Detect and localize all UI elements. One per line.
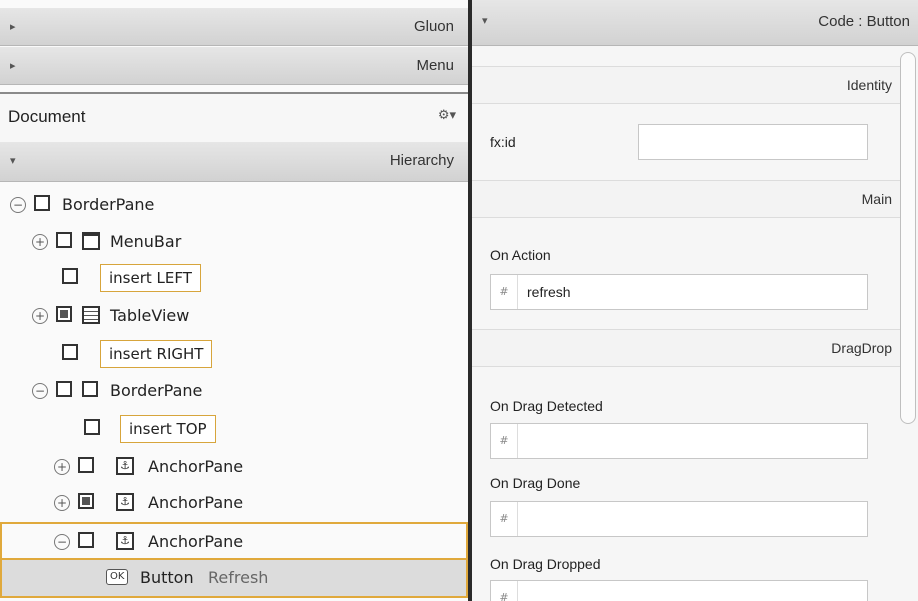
top-region-icon (84, 419, 100, 435)
on-drag-dropped-label: On Drag Dropped (490, 556, 601, 572)
right-region-icon (78, 532, 94, 548)
expand-arrow-icon: ▸ (10, 20, 16, 33)
on-action-label: On Action (490, 247, 551, 263)
on-drag-dropped-input[interactable]: # (490, 580, 868, 601)
anchor-pane-icon: ⚓ (116, 493, 134, 511)
on-drag-done-input[interactable]: # (490, 501, 868, 537)
tree-row-insert-left[interactable]: insert LEFT (0, 260, 468, 296)
bottom-region-icon (56, 381, 72, 397)
tree-row-anchorpane-1[interactable]: + ⚓ AnchorPane (0, 449, 468, 485)
library-section-gluon[interactable]: ▸ Gluon (0, 8, 468, 46)
border-pane-icon (82, 381, 98, 397)
tree-row-anchorpane-3[interactable]: − ⚓ AnchorPane (0, 522, 468, 560)
on-action-input[interactable]: # refresh (490, 274, 868, 310)
border-pane-icon (34, 195, 50, 211)
insert-slot[interactable]: insert TOP (120, 415, 216, 443)
collapse-icon[interactable]: − (10, 197, 26, 213)
document-header[interactable]: Document ⚙▾ (0, 92, 468, 142)
button-ok-icon: OK (106, 569, 129, 585)
tree-row-borderpane-nested[interactable]: − BorderPane (0, 373, 468, 409)
document-title: Document (8, 107, 86, 126)
section-identity[interactable]: Identity (472, 66, 902, 104)
tree-row-menubar[interactable]: + MenuBar (0, 224, 468, 260)
tree-row-button-refresh[interactable]: OK Button Refresh (0, 560, 468, 598)
section-label: DragDrop (831, 340, 892, 356)
hash-icon: # (491, 424, 518, 458)
left-region-icon (78, 457, 94, 473)
left-region-icon (56, 232, 72, 248)
fxid-label: fx:id (490, 134, 516, 150)
tree-node-type: Button (140, 568, 194, 587)
inspector-title: Code : Button (818, 13, 910, 30)
left-region-icon (62, 268, 78, 284)
expand-arrow-icon: ▸ (10, 59, 16, 72)
left-panel: ▸ Gluon ▸ Menu Document ⚙▾ ▾ Hierarchy −… (0, 0, 468, 601)
fxid-input[interactable] (638, 124, 868, 160)
tree-node-label: AnchorPane (148, 532, 244, 551)
library-section-menu[interactable]: ▸ Menu (0, 47, 468, 85)
collapse-icon[interactable]: − (54, 534, 70, 550)
on-drag-detected-label: On Drag Detected (490, 398, 603, 414)
table-view-icon (82, 306, 100, 324)
hierarchy-title: Hierarchy (389, 152, 454, 169)
hierarchy-header[interactable]: ▾ Hierarchy (0, 142, 468, 182)
on-drag-detected-input[interactable]: # (490, 423, 868, 459)
center-region-icon (56, 306, 72, 322)
tree-node-label: AnchorPane (148, 457, 244, 476)
anchor-pane-icon: ⚓ (116, 532, 134, 550)
center-region-icon (78, 493, 94, 509)
expand-icon[interactable]: + (32, 308, 48, 324)
tree-row-anchorpane-2[interactable]: + ⚓ AnchorPane (0, 485, 468, 521)
section-label: Main (861, 191, 892, 207)
insert-slot[interactable]: insert RIGHT (100, 340, 213, 368)
anchor-pane-icon: ⚓ (116, 457, 134, 475)
expand-icon[interactable]: + (54, 459, 70, 475)
tree-row-insert-right[interactable]: insert RIGHT (0, 336, 468, 372)
on-drag-done-label: On Drag Done (490, 475, 581, 491)
inspector-panel: ▾ Code : Button Identity fx:id Main On A… (472, 0, 918, 601)
inspector-scrollbar[interactable] (900, 52, 916, 424)
right-region-icon (62, 344, 78, 360)
tree-row-tableview[interactable]: + TableView (0, 298, 468, 334)
tree-node-label: BorderPane (62, 195, 155, 214)
tree-node-text: Refresh (208, 568, 269, 587)
tree-row-insert-top[interactable]: insert TOP (0, 411, 468, 447)
section-main[interactable]: Main (472, 180, 902, 218)
section-dragdrop[interactable]: DragDrop (472, 329, 902, 367)
expand-icon[interactable]: + (54, 495, 70, 511)
hash-icon: # (491, 581, 518, 601)
collapse-arrow-icon: ▾ (10, 154, 16, 167)
gear-menu-icon[interactable]: ⚙▾ (438, 108, 456, 123)
hash-icon: # (491, 275, 518, 309)
tree-node-label: TableView (110, 306, 190, 325)
tree-node-label: BorderPane (110, 381, 203, 400)
tree-row-borderpane[interactable]: − BorderPane (0, 187, 468, 223)
collapse-icon[interactable]: − (32, 383, 48, 399)
on-action-value: refresh (527, 284, 571, 300)
section-label: Gluon (413, 18, 454, 35)
tree-node-label: MenuBar (110, 232, 182, 251)
collapse-arrow-icon: ▾ (482, 14, 488, 27)
section-label: Identity (846, 77, 892, 93)
section-label: Menu (416, 57, 454, 74)
inspector-header[interactable]: ▾ Code : Button (472, 0, 918, 46)
menubar-icon (82, 232, 100, 250)
insert-slot[interactable]: insert LEFT (100, 264, 201, 292)
tree-node-label: AnchorPane (148, 493, 244, 512)
expand-icon[interactable]: + (32, 234, 48, 250)
hash-icon: # (491, 502, 518, 536)
